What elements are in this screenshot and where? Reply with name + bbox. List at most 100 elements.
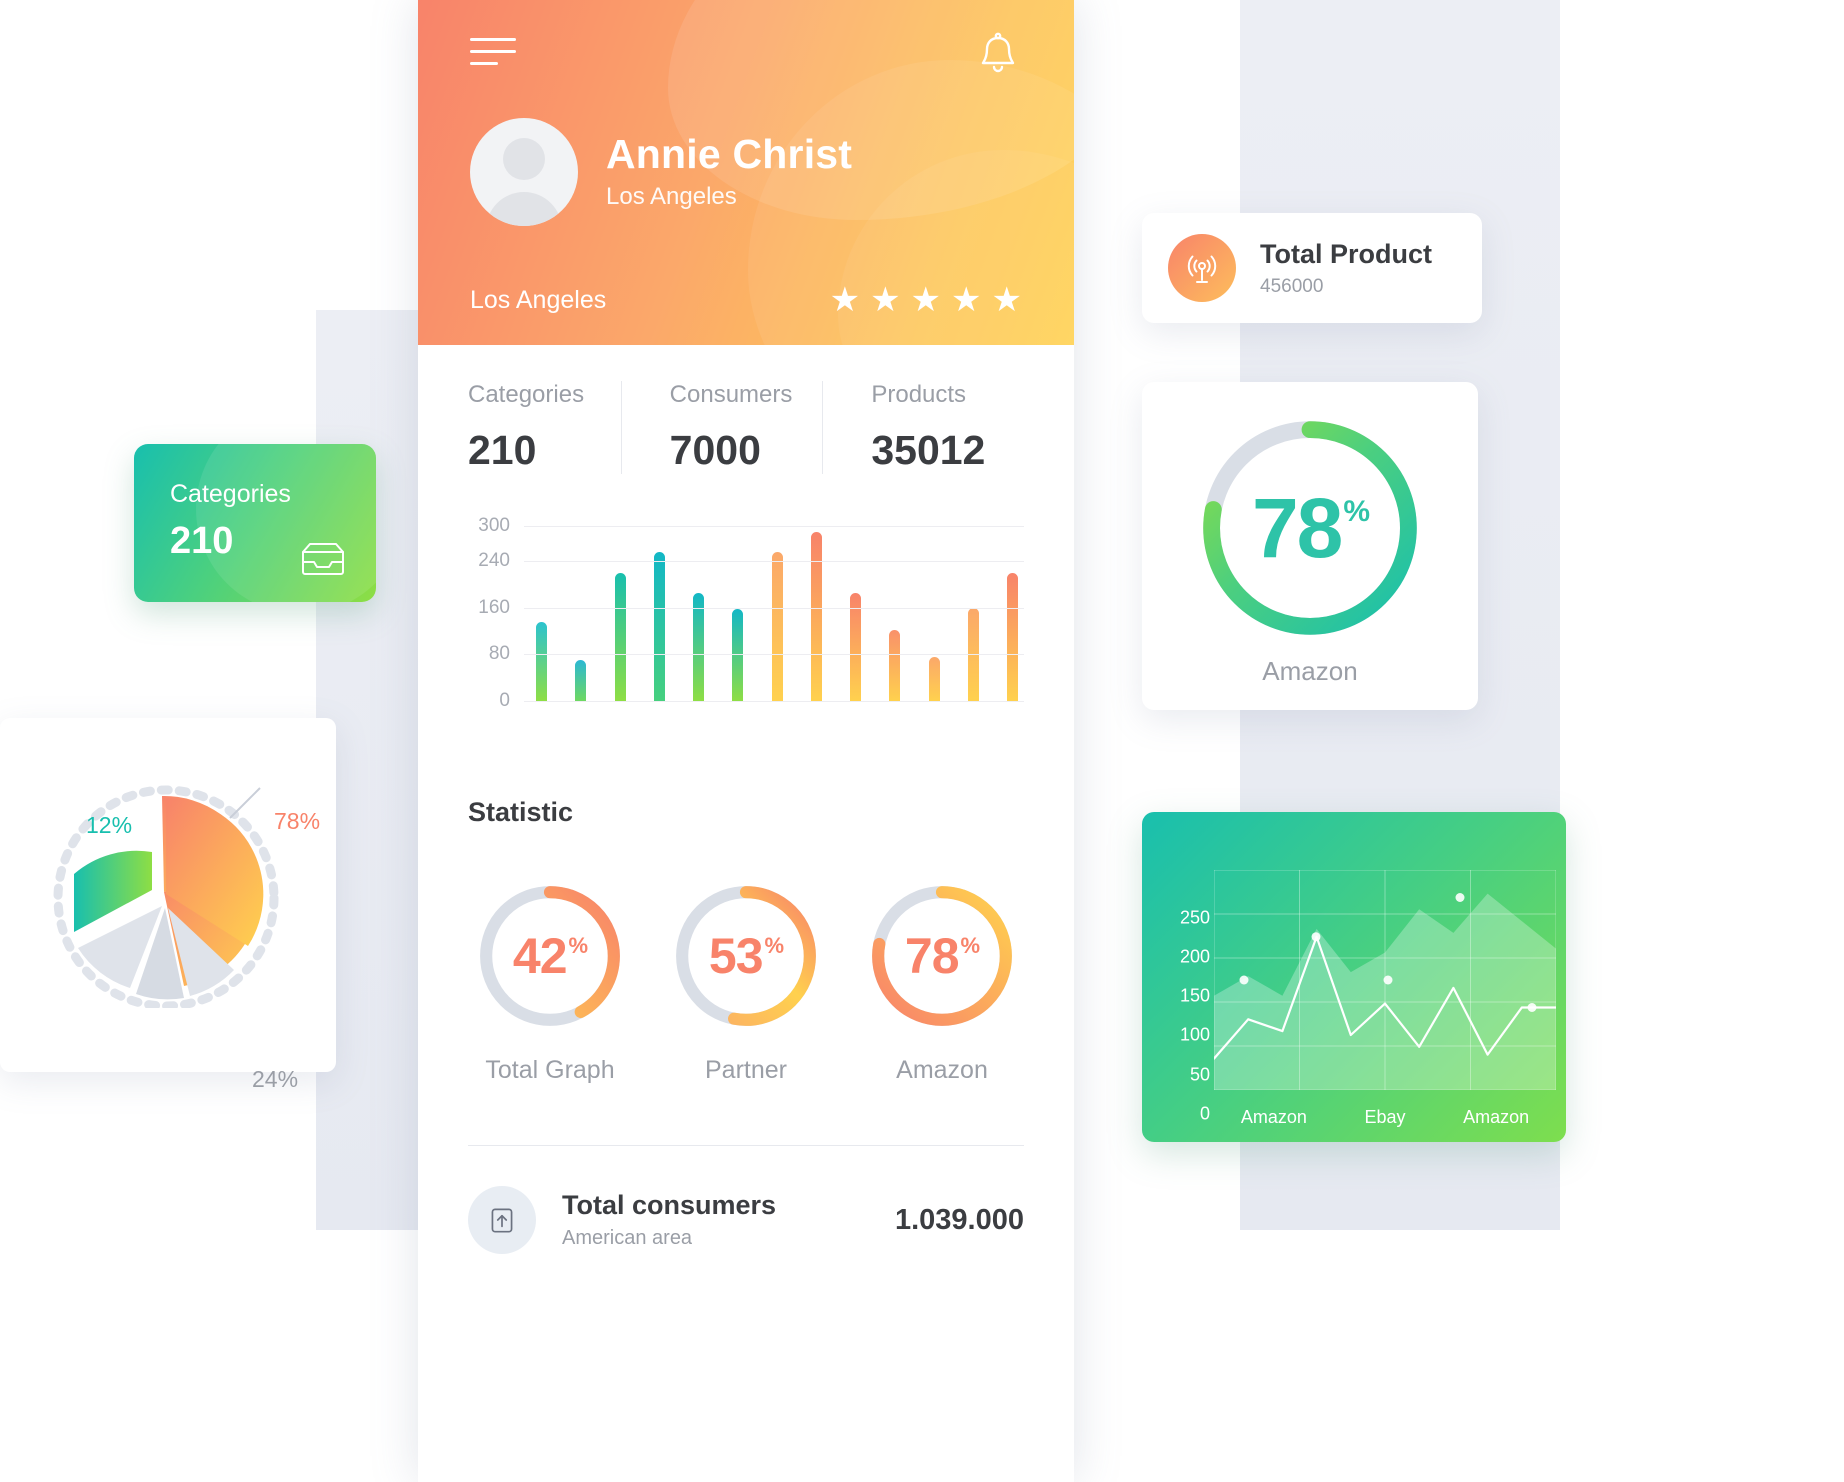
bar	[653, 552, 665, 701]
inbox-icon	[300, 542, 346, 576]
gauge-value: 53%	[708, 928, 784, 984]
bar	[575, 660, 587, 701]
gridline	[524, 607, 1024, 609]
star-icon: ★	[829, 281, 861, 319]
gauge-amazon: 78% Amazon	[858, 880, 1026, 1085]
metrics-row: Categories 210 Consumers 7000 Products 3…	[418, 345, 1074, 474]
gauge-partner: 53% Partner	[662, 880, 830, 1085]
metric-categories: Categories 210	[468, 381, 621, 474]
header-footer: Los Angeles ★ ★ ★ ★ ★	[470, 283, 1022, 317]
pie-chart: 12% 78% 24%	[34, 756, 320, 1092]
bar	[1007, 572, 1018, 701]
total-consumers-title: Total consumers	[562, 1190, 777, 1220]
gauge-caption: Total Graph	[485, 1056, 615, 1084]
line-chart-card: 250 200 150 100 50 0 Amazon Ebay Amazon	[1142, 812, 1566, 1142]
bar-chart-tick: 0	[499, 690, 510, 711]
header-city-label: Los Angeles	[470, 285, 607, 314]
donut-caption: Amazon	[1262, 656, 1358, 686]
metric-consumers: Consumers 7000	[620, 381, 823, 474]
bar-chart-tick: 240	[478, 550, 510, 571]
profile-name: Annie Christ	[606, 131, 853, 178]
bar	[850, 593, 861, 701]
categories-card-label: Categories	[170, 480, 291, 508]
line-chart-tick: 100	[1179, 1024, 1210, 1045]
total-product-title: Total Product	[1260, 238, 1432, 269]
gauge-caption: Amazon	[896, 1056, 988, 1084]
bar-chart: 0 80 160 240 300	[468, 515, 1024, 721]
donut-value: 78%	[1251, 480, 1370, 575]
gridline	[524, 526, 1024, 527]
line-chart-tick: 0	[1199, 1103, 1210, 1124]
metric-products: Products 35012	[822, 381, 1024, 474]
bar	[693, 593, 704, 701]
star-icon: ★	[991, 281, 1022, 319]
rating-stars: ★ ★ ★ ★ ★	[830, 283, 1022, 317]
metric-label: Categories	[468, 381, 585, 408]
line-chart-category: Amazon	[1240, 1107, 1307, 1127]
star-icon: ★	[910, 281, 942, 319]
bar-chart-tick: 160	[478, 596, 510, 618]
gauge-total-graph: 42% Total Graph	[466, 880, 634, 1085]
hamburger-icon[interactable]	[470, 38, 516, 72]
total-consumers-subtitle: American area	[562, 1227, 693, 1249]
gauge-caption: Partner	[705, 1056, 787, 1084]
metric-value: 35012	[871, 427, 986, 473]
broadcast-icon	[1168, 234, 1236, 302]
document-upload-icon	[468, 1186, 536, 1254]
gauge-value: 78%	[904, 928, 980, 984]
line-chart-x-axis: Amazon Ebay Amazon	[1212, 1107, 1558, 1128]
amazon-donut-card: 78% Amazon	[1142, 382, 1478, 710]
phone-mockup: Annie Christ Los Angeles Los Angeles ★ ★…	[418, 0, 1074, 1482]
gauge-ring: 78%	[866, 880, 1018, 1032]
bell-icon[interactable]	[976, 30, 1020, 80]
pie-label-24: 24%	[252, 1066, 299, 1092]
bar	[614, 572, 626, 701]
gauge-row: 42% Total Graph 53 % Partner 78 % Amazon	[418, 828, 1074, 1085]
line-chart-category: Amazon	[1463, 1107, 1530, 1127]
profile-header: Annie Christ Los Angeles Los Angeles ★ ★…	[418, 0, 1074, 345]
bar-chart-tick: 80	[488, 643, 510, 665]
total-product-card[interactable]: Total Product 456000	[1142, 213, 1482, 323]
donut-ring: 78%	[1190, 408, 1430, 648]
metric-label: Consumers	[669, 381, 793, 408]
avatar	[470, 118, 578, 226]
line-chart-tick: 250	[1179, 907, 1210, 928]
gridline	[524, 654, 1024, 656]
bar-series	[536, 526, 1018, 701]
pie-label-78: 78%	[274, 808, 321, 834]
gridline	[524, 561, 1024, 562]
gauge-ring: 53%	[670, 880, 822, 1032]
line-chart-category: Ebay	[1364, 1107, 1406, 1127]
star-icon: ★	[870, 281, 901, 319]
star-icon: ★	[951, 281, 982, 319]
line-chart-tick: 150	[1179, 985, 1210, 1006]
bar-chart-tick: 300	[478, 515, 510, 536]
line-chart-tick: 50	[1189, 1064, 1210, 1085]
total-consumers-row[interactable]: Total consumers American area 1.039.000	[418, 1146, 1074, 1254]
metric-value: 7000	[669, 427, 761, 473]
gridline	[524, 701, 1024, 702]
bar	[536, 622, 547, 701]
categories-card[interactable]: Categories 210	[134, 444, 376, 602]
metric-label: Products	[871, 381, 967, 408]
profile-location: Los Angeles	[606, 182, 737, 210]
total-consumers-amount: 1.039.000	[894, 1203, 1024, 1236]
pie-label-12: 12%	[86, 812, 133, 838]
screenshot-root: Annie Christ Los Angeles Los Angeles ★ ★…	[0, 0, 1844, 1482]
bar-chart-plot	[524, 526, 1024, 702]
total-product-value: 456000	[1260, 275, 1324, 297]
bar-chart-y-axis: 0 80 160 240 300	[468, 515, 510, 711]
bar	[810, 531, 822, 701]
pie-chart-card: 12% 78% 24%	[0, 718, 336, 1092]
metric-value: 210	[468, 427, 537, 473]
line-chart-plot	[1212, 869, 1558, 1091]
profile-block: Annie Christ Los Angeles	[470, 118, 852, 226]
statistic-heading: Statistic	[468, 797, 574, 827]
categories-card-value: 210	[170, 520, 234, 562]
gauge-ring: 42%	[474, 880, 626, 1032]
line-chart-tick: 200	[1179, 946, 1210, 967]
bar	[771, 552, 783, 701]
bar	[928, 657, 940, 701]
bar	[889, 629, 901, 701]
gauge-value: 42%	[512, 928, 588, 984]
